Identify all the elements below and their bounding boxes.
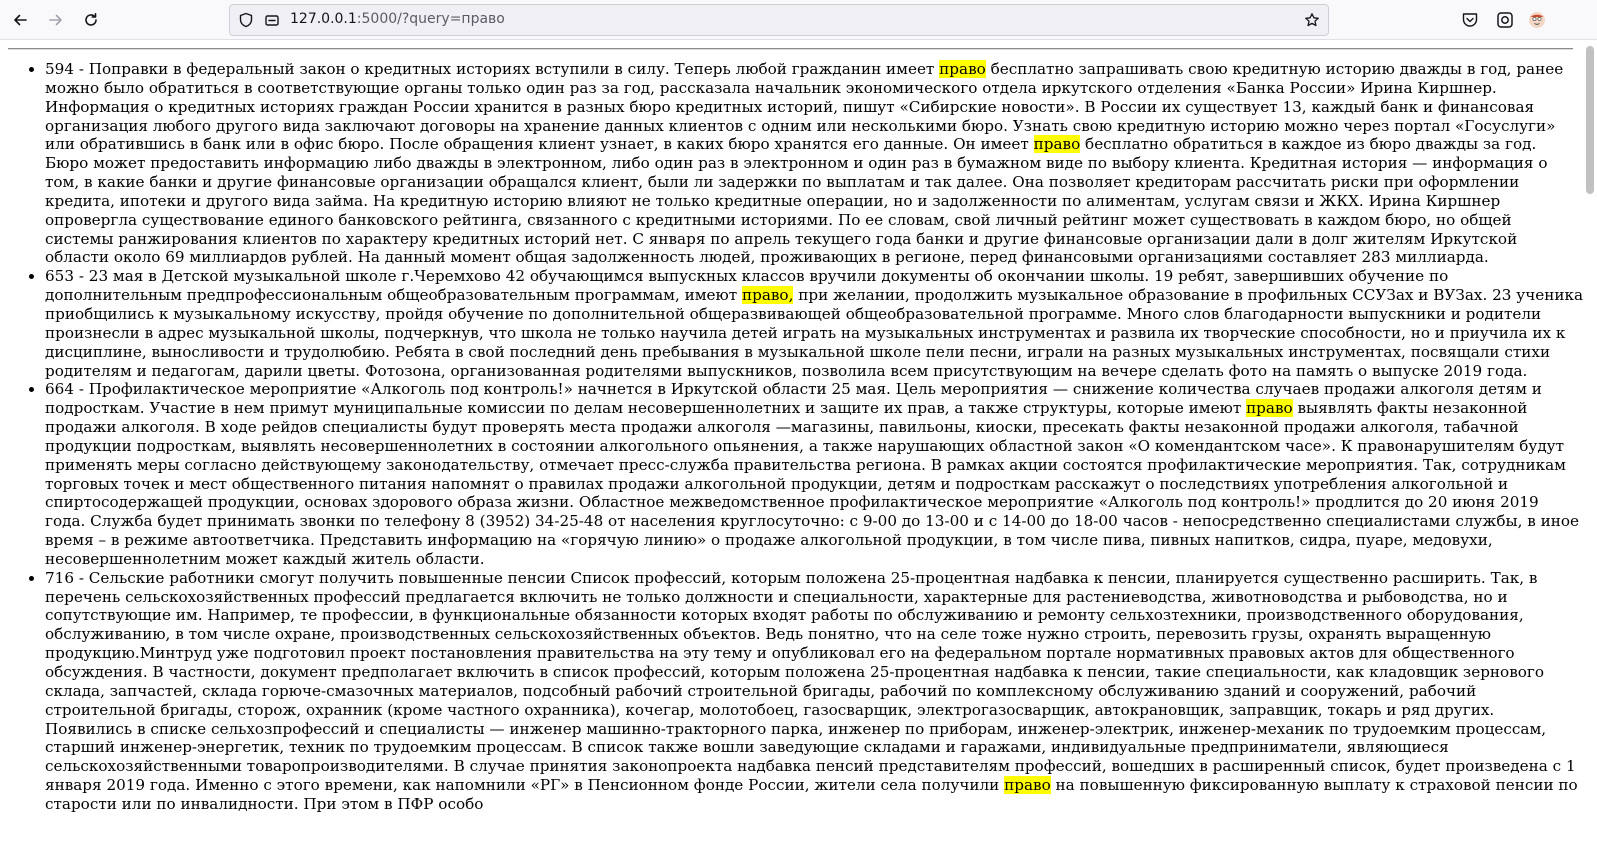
highlight-match: право (1033, 135, 1081, 154)
reload-button[interactable] (77, 6, 105, 34)
highlight-match: право, (741, 286, 794, 305)
result-item: 653 - 23 мая в Детской музыкальной школе… (45, 267, 1583, 380)
highlight-match: право (1246, 399, 1293, 418)
profile-icon (1529, 12, 1545, 28)
result-text: выявлять факты незаконной продажи алкого… (45, 399, 1580, 568)
url-path: :5000/?query=право (356, 11, 505, 27)
forward-icon (49, 14, 62, 26)
back-icon (14, 14, 27, 26)
extension-button[interactable] (1495, 10, 1515, 30)
page-info-icon[interactable] (264, 12, 280, 28)
vertical-scrollbar[interactable] (1583, 40, 1597, 855)
highlight-match: право (939, 60, 986, 78)
highlight-match: право (1004, 776, 1051, 795)
horizontal-rule (8, 48, 1573, 50)
scrollbar-thumb[interactable] (1586, 46, 1594, 194)
reload-icon (85, 13, 97, 26)
result-text: 716 - Сельские работники смогут получить… (45, 568, 1576, 795)
url-text[interactable]: 127.0.0.1:5000/?query=право (290, 11, 505, 27)
pocket-button[interactable] (1460, 10, 1480, 30)
results-list: 594 - Поправки в федеральный закон о кре… (0, 60, 1583, 814)
search-results: 594 - Поправки в федеральный закон о кре… (0, 60, 1583, 814)
url-bar[interactable]: 127.0.0.1:5000/?query=право (229, 4, 1329, 36)
shield-icon[interactable] (238, 12, 254, 28)
profile-button[interactable] (1527, 10, 1547, 30)
forward-button[interactable] (42, 6, 70, 34)
extension-icon (1497, 12, 1513, 28)
result-item: 716 - Сельские работники смогут получить… (45, 569, 1583, 814)
result-item: 664 - Профилактическое мероприятие «Алко… (45, 380, 1583, 568)
back-button[interactable] (6, 6, 34, 34)
pocket-icon (1462, 13, 1478, 27)
url-host: 127.0.0.1 (290, 11, 357, 27)
result-item: 594 - Поправки в федеральный закон о кре… (45, 60, 1583, 267)
bookmark-star-icon[interactable] (1304, 12, 1320, 28)
browser-toolbar: 127.0.0.1:5000/?query=право (0, 0, 1597, 40)
result-text: бесплатно обратиться в каждое из бюро дв… (45, 135, 1548, 267)
result-text: 594 - Поправки в федеральный закон о кре… (45, 60, 940, 78)
